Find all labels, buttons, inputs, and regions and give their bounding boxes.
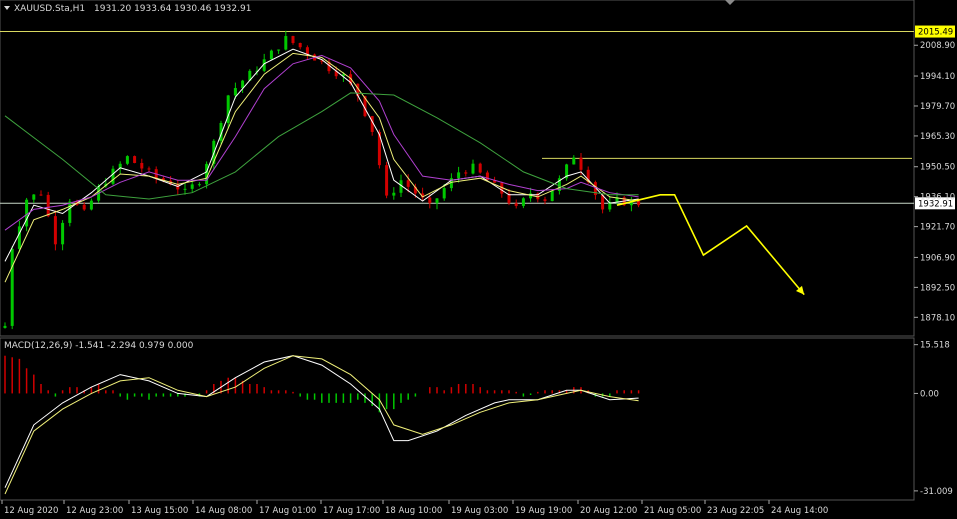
candle-body	[269, 50, 273, 60]
candle-body	[46, 194, 50, 217]
candle-body	[572, 157, 576, 165]
candle-body	[550, 191, 554, 202]
time-tick-label: 20 Aug 12:00	[580, 506, 637, 516]
price-tick-label: 1936.10	[920, 193, 955, 203]
time-tick-label: 19 Aug 03:00	[451, 506, 508, 516]
trading-chart[interactable]: 2015.491932.91 XAUUSD.Sta,H1 1931.20 193…	[0, 0, 957, 519]
macd-label: MACD(12,26,9) -1.541 -2.294 0.979 0.000	[4, 341, 194, 351]
candle-body	[579, 157, 583, 170]
time-tick-label: 23 Aug 22:05	[707, 506, 764, 516]
candle-body	[61, 222, 65, 245]
time-tick-label: 14 Aug 08:00	[195, 506, 252, 516]
candle-body	[601, 195, 605, 210]
candle-body	[291, 36, 295, 44]
time-tick-label: 13 Aug 15:00	[131, 506, 188, 516]
price-tick-label: 1878.10	[920, 313, 955, 323]
macd-tick-label: -31.009	[920, 487, 953, 497]
candle-body	[464, 172, 468, 174]
price-panel[interactable]: 2015.491932.91 XAUUSD.Sta,H1 1931.20 193…	[0, 0, 955, 337]
candle-body	[140, 162, 144, 169]
candle-body	[32, 194, 36, 200]
candle-body	[89, 200, 93, 210]
price-tick-label: 1979.70	[920, 102, 955, 112]
candle-body	[190, 184, 194, 189]
time-tick-label: 17 Aug 17:00	[323, 506, 380, 516]
macd-tick-label: 0.00	[920, 389, 939, 399]
price-tick-label: 1950.50	[920, 163, 955, 173]
symbol-label: XAUUSD.Sta,H1	[14, 4, 85, 14]
resistance-price-label: 2015.49	[918, 28, 953, 38]
candle-body	[197, 184, 201, 186]
candle-body	[435, 198, 439, 204]
candle-body	[514, 203, 518, 206]
time-axis: 12 Aug 2020 12 Aug 23:00 13 Aug 15:00 14 Au…	[1, 500, 828, 516]
candle-body	[521, 198, 525, 206]
macd-tick-label: 15.518	[920, 341, 950, 351]
price-tick-label: 1892.50	[920, 283, 955, 293]
candle-body	[277, 49, 281, 51]
candle-body	[10, 248, 14, 326]
price-panel-frame	[0, 0, 915, 337]
candle-body	[53, 216, 57, 245]
time-tick-label: 17 Aug 01:00	[259, 506, 316, 516]
candle-body	[17, 226, 21, 249]
time-tick-label: 19 Aug 19:00	[515, 506, 572, 516]
candle-body	[183, 188, 187, 190]
candle-body	[478, 163, 482, 173]
ohlc-label: 1931.20 1933.64 1930.46 1932.91	[94, 4, 251, 14]
candle-body	[457, 172, 461, 179]
time-tick-label: 21 Aug 05:00	[644, 506, 701, 516]
candle-body	[147, 168, 151, 170]
candle-body	[82, 204, 86, 210]
candle-body	[471, 163, 475, 174]
price-tick-label: 1965.30	[920, 132, 955, 142]
price-tick-label: 1994.10	[920, 72, 955, 82]
candle-body	[392, 192, 396, 196]
candle-body	[111, 168, 115, 184]
candle-body	[385, 165, 389, 196]
macd-panel[interactable]: MACD(12,26,9) -1.541 -2.294 0.979 0.000	[0, 337, 915, 501]
candle-body	[133, 156, 137, 163]
time-tick-label: 18 Aug 10:00	[385, 506, 442, 516]
macd-panel-frame	[0, 337, 915, 501]
candle-body	[39, 194, 43, 196]
price-axis: 2008.90 1994.10 1979.70 1965.30 1950.50 1936.…	[914, 41, 955, 323]
price-tick-label: 2008.90	[920, 41, 955, 51]
candle-body	[543, 199, 547, 202]
candle-body	[637, 200, 641, 206]
price-tick-label: 1921.70	[920, 223, 955, 233]
time-tick-label: 24 Aug 14:00	[771, 506, 828, 516]
candle-body	[233, 88, 237, 96]
candle-body	[205, 163, 209, 185]
candle-body	[428, 197, 432, 204]
candle-body	[406, 180, 410, 187]
candle-body	[125, 156, 129, 164]
candle-body	[298, 43, 302, 48]
candle-body	[68, 201, 72, 223]
time-tick-label: 12 Aug 2020	[4, 506, 58, 516]
candle-body	[442, 188, 446, 199]
price-tick-label: 1906.90	[920, 253, 955, 263]
time-tick-label: 12 Aug 23:00	[66, 506, 123, 516]
candle-body	[284, 36, 288, 50]
macd-axis: 15.518 0.00 -31.009	[914, 341, 953, 497]
candle-body	[305, 47, 309, 55]
candle-body	[3, 325, 7, 328]
